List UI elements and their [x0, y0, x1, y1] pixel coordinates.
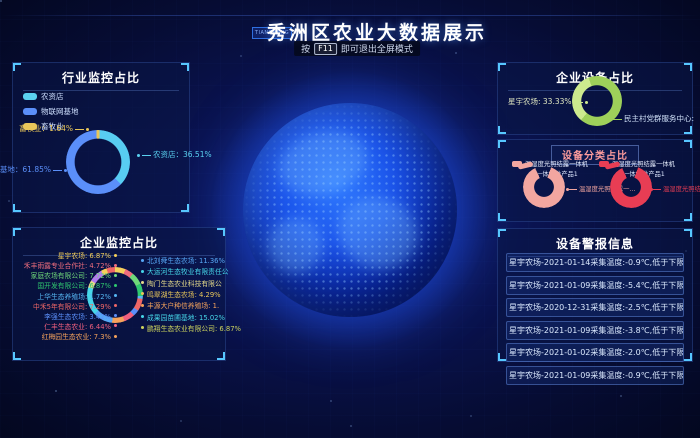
globe: [243, 103, 457, 317]
chart-label: 民主村党群服务中心:: [608, 113, 694, 124]
globe-dot-pattern: [243, 103, 457, 317]
chart-label: 国开发有限公司: 6.87%: [37, 280, 117, 290]
panel-device-alarms: 设备警报信息 星宇农场-2021-01-14采集温度:-0.9℃,低于下限:0℃…: [497, 228, 693, 362]
tooltip-prefix: 按: [301, 42, 310, 55]
legend-item[interactable]: 物联网基地: [23, 106, 79, 117]
legend-item[interactable]: 农资店: [23, 91, 79, 102]
chart-label: 温湿度光照结露一…: [650, 184, 700, 193]
classification-donut-right[interactable]: [610, 166, 652, 208]
legend-swatch: [23, 93, 37, 100]
chart-label: 畜牧业：1.64%: [19, 123, 89, 134]
enterprise-labels-right: 北刘舜生态农场: 11.36% 大运河生态牧业有限责任公 陶门生态农业科技有限公…: [141, 255, 225, 333]
legend-swatch: [23, 108, 37, 115]
chart-label: 丰源大户种信养殖场: 1.: [141, 300, 219, 310]
tooltip-suffix: 即可退出全屏模式: [341, 42, 413, 55]
panel-enterprise-monitoring: 企业监控占比 星宇农场: 6.87% 禾丰雨露专业合作社: 4.72% 家庭农场…: [12, 227, 226, 361]
chart-label: 星宇农场: 6.87%: [58, 250, 117, 260]
alarm-item: 星宇农场-2021-01-09采集温度:-3.8℃,低于下限:0℃: [506, 321, 684, 340]
panel-device-classification: 设备分类占比 温湿度光照结露一体机 一体机类产品1 温湿度光照结露一… 温湿度光…: [497, 139, 693, 222]
chart-label: 仁丰生态农业: 6.44%: [44, 321, 117, 331]
classification-donut-left[interactable]: [523, 166, 565, 208]
panel-industry-monitoring: 行业监控占比 农资店 物联网基地 畜牧业 畜牧业：1.64% 农资店：36.51…: [12, 62, 190, 213]
f11-key-badge: F11: [314, 43, 337, 55]
alarm-item: 星宇农场-2020-12-31采集温度:-2.5℃,低于下限:0℃: [506, 298, 684, 317]
alarm-item: 星宇农场-2021-01-09采集温度:-0.9℃,低于下限:0℃: [506, 366, 684, 385]
chart-label: 物联网基地：61.85%: [0, 164, 67, 175]
chart-label: 鸣翠湖生态农场: 4.29%: [141, 289, 221, 299]
chart-label: 上华生态养殖场: 1.72%: [37, 291, 117, 301]
alarm-item: 星宇农场-2021-01-14采集温度:-0.9℃,低于下限:0℃: [506, 253, 684, 272]
alarm-item: 星宇农场-2021-01-02采集温度:-2.0℃,低于下限:0℃: [506, 343, 684, 362]
chart-label: 中禾5年有限公司: 7.29%: [33, 301, 117, 311]
chart-label: 家庭农场有限公司: 7.72%: [31, 270, 117, 280]
chart-label: 红梅园生态农业: 7.3%: [42, 331, 117, 341]
alarm-list: 星宇农场-2021-01-14采集温度:-0.9℃,低于下限:0℃ 星宇农场-2…: [506, 253, 684, 385]
chart-label: 成果园苗圃基地: 15.02%: [141, 312, 225, 322]
chart-label: 陶门生态农业科技有限公: [141, 278, 222, 288]
chart-label: 禾丰雨露专业合作社: 4.72%: [24, 260, 117, 270]
chart-label: 李强生态农场: 3.42%: [44, 311, 117, 321]
chart-label: 农资店：36.51%: [137, 149, 212, 160]
chart-label: 北刘舜生态农场: 11.36%: [141, 255, 225, 265]
chart-label: 鹏翔生态农业有限公司: 6.87%: [141, 323, 241, 333]
chart-label: 星宇农场: 33.33%: [508, 96, 588, 107]
panel-title: 行业监控占比: [13, 63, 189, 91]
alarm-item: 星宇农场-2021-01-09采集温度:-5.4℃,低于下限:0℃: [506, 276, 684, 295]
header-divider-line: [0, 15, 700, 16]
enterprise-labels-left: 星宇农场: 6.87% 禾丰雨露专业合作社: 4.72% 家庭农场有限公司: 7…: [17, 250, 117, 341]
dashboard: TIANZHENG 秀洲区农业大数据展示 按 F11 即可退出全屏模式 行业监控…: [0, 0, 700, 438]
fullscreen-exit-tooltip: 按 F11 即可退出全屏模式: [294, 41, 420, 56]
chart-label: 大运河生态牧业有限责任公: [141, 266, 229, 276]
panel-enterprise-equipment: 企业设备占比 星宇农场: 33.33% 民主村党群服务中心:: [497, 62, 693, 135]
industry-donut-chart[interactable]: [66, 130, 130, 194]
